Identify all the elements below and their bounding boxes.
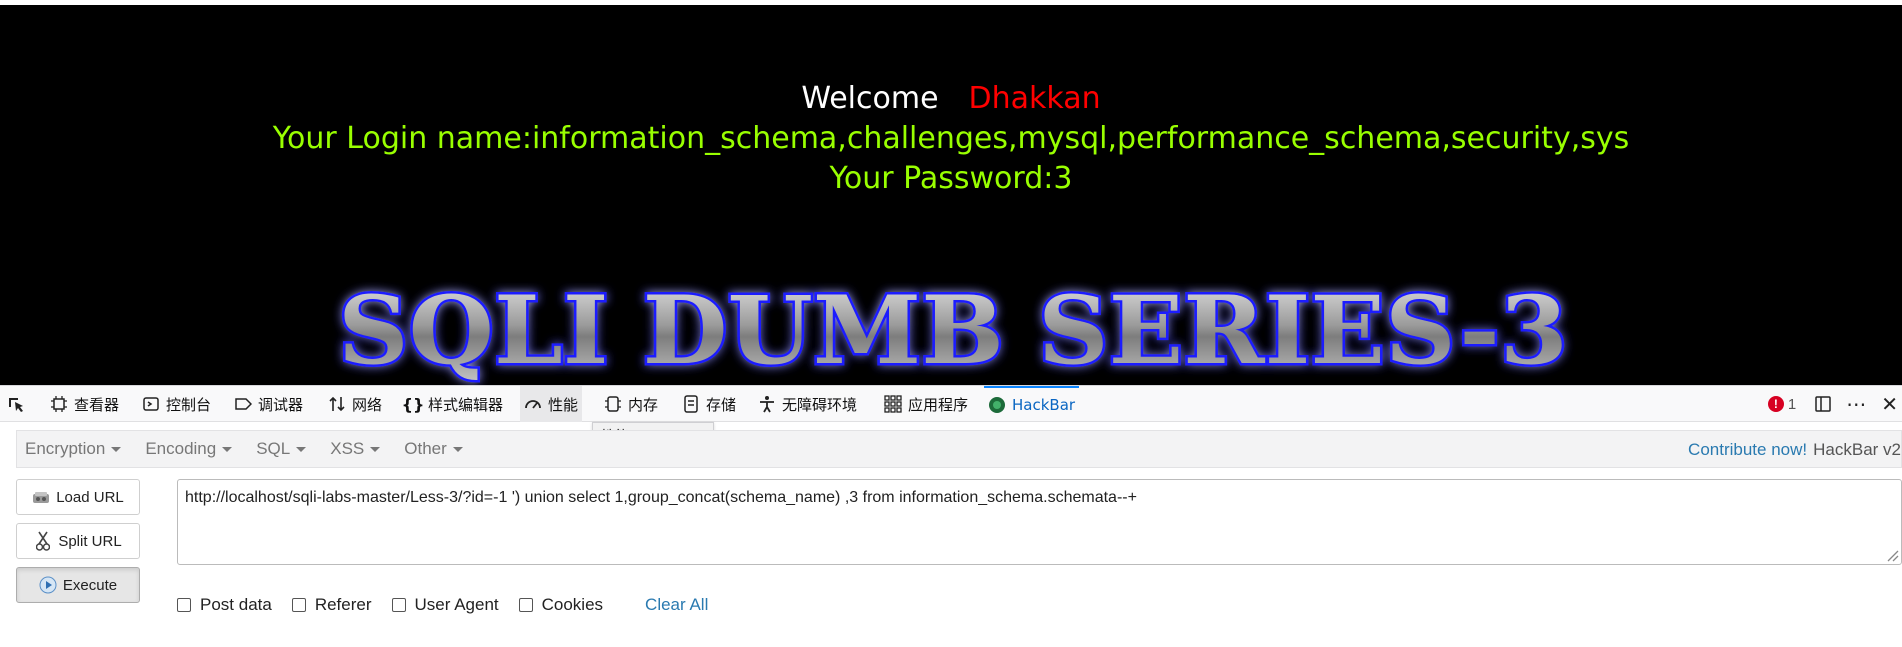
memory-icon [604, 395, 622, 413]
split-url-label: Split URL [58, 532, 122, 550]
chevron-down-icon [370, 446, 381, 452]
error-count-badge[interactable]: ! 1 [1767, 395, 1797, 413]
cookies-checkbox[interactable] [518, 598, 533, 612]
more-options-icon[interactable]: ⋯ [1846, 392, 1867, 417]
password-text: Your Password:3 [829, 161, 1073, 196]
load-url-label: Load URL [56, 488, 124, 506]
referer-option[interactable]: Referer [291, 595, 372, 615]
devtools-panel: 查看器 控制台 调试器 网络 {} 样式编辑器 性能 内存 存储 无障碍环境 应… [0, 385, 1902, 647]
tab-label-application: 应用程序 [908, 395, 969, 414]
tab-network[interactable]: 网络 [324, 386, 386, 422]
execute-button[interactable]: Execute [16, 567, 140, 603]
style-editor-icon: {} [401, 394, 425, 414]
chevron-down-icon [222, 446, 233, 452]
referer-label: Referer [314, 595, 372, 614]
execute-label: Execute [62, 576, 118, 594]
tab-style-editor[interactable]: {} 样式编辑器 [400, 386, 507, 422]
tab-hackbar[interactable]: HackBar [984, 386, 1080, 422]
close-icon[interactable]: ✕ [1881, 392, 1898, 417]
split-url-button[interactable]: Split URL [16, 523, 140, 559]
devtools-right-controls: ! 1 ⋯ ✕ [1767, 386, 1902, 422]
play-icon [39, 576, 57, 594]
browser-window: Welcome Dhakkan Your Login name:informati… [0, 0, 1902, 647]
tab-console[interactable]: 控制台 [138, 386, 215, 422]
clear-all-link[interactable]: Clear All [645, 595, 708, 615]
hackbar-version: HackBar v2 [1813, 440, 1901, 459]
debugger-icon [234, 395, 252, 413]
tab-label-inspector: 查看器 [74, 395, 120, 414]
hackbar-branding: Contribute now! HackBar v2 [1688, 431, 1901, 469]
storage-icon [682, 395, 700, 413]
url-textarea[interactable]: http://localhost/sqli-labs-master/Less-3… [177, 479, 1902, 565]
post-data-checkbox[interactable] [177, 598, 191, 612]
load-url-button[interactable]: Load URL [16, 479, 140, 515]
tab-label-memory: 内存 [628, 395, 659, 414]
tab-performance[interactable]: 性能 [520, 386, 583, 422]
chevron-down-icon [111, 446, 122, 452]
dock-icon[interactable] [1814, 395, 1832, 413]
tab-label-style-editor: 样式编辑器 [428, 395, 504, 414]
pick-element-icon[interactable] [6, 395, 26, 413]
menu-encoding[interactable]: Encoding [145, 439, 233, 459]
tab-label-console: 控制台 [166, 395, 212, 414]
tab-inspector[interactable]: 查看器 [46, 386, 123, 422]
url-value: http://localhost/sqli-labs-master/Less-3… [185, 489, 1137, 506]
welcome-line: Welcome Dhakkan [0, 81, 1902, 116]
tab-label-storage: 存储 [706, 395, 737, 414]
welcome-username: Dhakkan [968, 81, 1101, 116]
menu-xss-label: XSS [330, 439, 365, 458]
login-name-text: Your Login name:information_schema,chall… [272, 121, 1630, 156]
hackbar-icon [988, 396, 1006, 414]
menu-encoding-label: Encoding [145, 439, 217, 458]
tab-label-hackbar: HackBar [1012, 396, 1076, 414]
request-options: Post data Referer User Agent Cookies Cle… [177, 593, 708, 617]
tab-label-accessibility: 无障碍环境 [782, 395, 858, 414]
tab-memory[interactable]: 内存 [600, 386, 662, 422]
post-data-option[interactable]: Post data [177, 595, 272, 615]
menu-encryption-label: Encryption [25, 439, 106, 458]
error-count: 1 [1787, 395, 1797, 413]
menu-other[interactable]: Other [404, 439, 463, 459]
application-icon [884, 395, 902, 413]
hackbar-menu-bar: Encryption Encoding SQL XSS Other Contri… [16, 430, 1902, 468]
referer-checkbox[interactable] [291, 598, 306, 612]
page-viewport: Welcome Dhakkan Your Login name:informati… [0, 5, 1902, 385]
menu-encryption[interactable]: Encryption [25, 439, 122, 459]
user-agent-checkbox[interactable] [391, 598, 406, 612]
user-agent-option[interactable]: User Agent [391, 595, 499, 615]
console-icon [142, 395, 160, 413]
menu-sql-label: SQL [256, 439, 291, 458]
tab-storage[interactable]: 存储 [678, 386, 740, 422]
chevron-down-icon [452, 446, 463, 452]
accessibility-icon [758, 395, 776, 413]
menu-other-label: Other [404, 439, 447, 458]
error-icon: ! [1767, 396, 1784, 412]
post-data-label: Post data [200, 595, 272, 614]
chevron-down-icon [296, 446, 307, 452]
tab-label-network: 网络 [352, 395, 383, 414]
welcome-label: Welcome [801, 81, 939, 116]
menu-sql[interactable]: SQL [256, 439, 307, 459]
cookies-label: Cookies [541, 595, 604, 614]
tab-application[interactable]: 应用程序 [880, 386, 972, 422]
load-url-icon [32, 488, 50, 506]
cookies-option[interactable]: Cookies [518, 595, 604, 615]
tab-debugger[interactable]: 调试器 [230, 386, 307, 422]
user-agent-label: User Agent [414, 595, 499, 614]
menu-xss[interactable]: XSS [330, 439, 381, 459]
inspector-icon [50, 395, 68, 413]
tab-accessibility[interactable]: 无障碍环境 [754, 386, 861, 422]
performance-icon [524, 395, 542, 413]
contribute-link[interactable]: Contribute now! [1688, 440, 1807, 460]
tab-label-debugger: 调试器 [258, 395, 304, 414]
tab-label-performance: 性能 [548, 395, 579, 414]
sqli-dumb-series-banner: SQLI DUMB SERIES-3 [336, 274, 1571, 386]
devtools-toolbar: 查看器 控制台 调试器 网络 {} 样式编辑器 性能 内存 存储 无障碍环境 应… [0, 386, 1902, 422]
banner-text: SQLI DUMB SERIES-3 [338, 276, 1568, 385]
network-icon [328, 395, 346, 413]
scissors-icon [34, 531, 52, 551]
resize-grip-icon[interactable] [1885, 548, 1899, 562]
